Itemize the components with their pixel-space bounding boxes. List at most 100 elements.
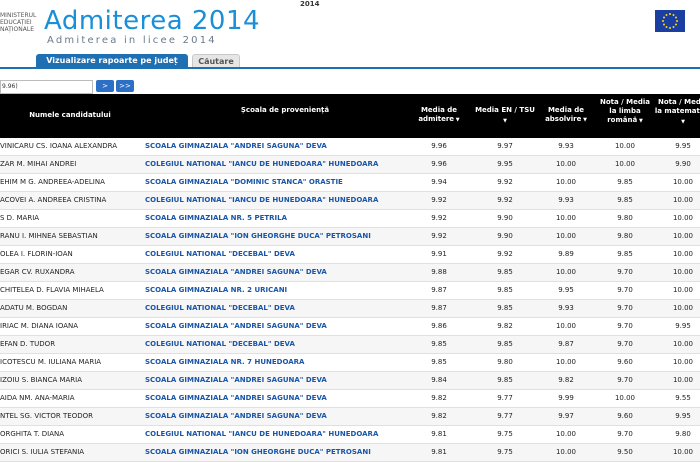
- school-link[interactable]: SCOALA GIMNAZIALA NR. 5 PETRILA: [145, 210, 405, 227]
- column-header-school[interactable]: Școala de proveniență: [225, 106, 345, 115]
- ministry-line: EDUCAȚIEI: [0, 19, 32, 26]
- school-link[interactable]: SCOALA GIMNAZIALA "ION GHEORGHE DUCA" PE…: [145, 228, 405, 245]
- school-link[interactable]: SCOALA GIMNAZIALA "ANDREI SAGUNA" DEVA: [145, 408, 405, 425]
- graduation-avg: 10.00: [555, 214, 577, 222]
- romanian-grade: 9.85: [617, 196, 633, 204]
- table-row: CHITELEA D. FLAVIA MIHAELA SCOALA GIMNAZI…: [0, 282, 700, 300]
- column-header-math[interactable]: Nota / Media la matematică: [654, 98, 700, 127]
- math-grade: 10.00: [672, 358, 694, 366]
- school-link[interactable]: SCOALA GIMNAZIALA "DOMINIC STANCA" ORAST…: [145, 174, 405, 191]
- candidate-name: NTEL SG. VICTOR TEODOR: [0, 412, 93, 420]
- candidate-name: CHITELEA D. FLAVIA MIHAELA: [0, 286, 104, 294]
- candidate-name: ZAR M. MIHAI ANDREI: [0, 160, 77, 168]
- candidate-name: RANU I. MIHNEA SEBASTIAN: [0, 232, 98, 240]
- romanian-grade: 9.70: [617, 286, 633, 294]
- math-grade: 10.00: [672, 304, 694, 312]
- candidate-name: ADATU M. BOGDAN: [0, 304, 68, 312]
- candidate-name: ORICI S. IULIA STEFANIA: [0, 448, 85, 456]
- school-link[interactable]: COLEGIUL NATIONAL "DECEBAL" DEVA: [145, 246, 405, 263]
- top-year: 2014: [300, 0, 320, 8]
- table-row: RANU I. MIHNEA SEBASTIAN SCOALA GIMNAZIAL…: [0, 228, 700, 246]
- graduation-avg: 9.99: [558, 394, 574, 402]
- math-grade: 9.95: [675, 322, 691, 330]
- table-row: AIDA NM. ANA-MARIA SCOALA GIMNAZIALA "AND…: [0, 390, 700, 408]
- graduation-avg: 9.82: [558, 376, 574, 384]
- en-avg: 9.80: [497, 358, 513, 366]
- graduation-avg: 9.87: [558, 340, 574, 348]
- romanian-grade: 9.70: [617, 304, 633, 312]
- school-link[interactable]: SCOALA GIMNAZIALA "ANDREI SAGUNA" DEVA: [145, 264, 405, 281]
- candidate-name: ICOTESCU M. IULIANA MARIA: [0, 358, 102, 366]
- en-avg: 9.75: [497, 448, 513, 456]
- table-row: ZAR M. MIHAI ANDREI COLEGIUL NATIONAL "IA…: [0, 156, 700, 174]
- math-grade: 10.00: [672, 268, 694, 276]
- tab-divider: [0, 67, 700, 69]
- column-header-romanian[interactable]: Nota / Media la limba română: [596, 98, 654, 126]
- table-row: NTEL SG. VICTOR TEODOR SCOALA GIMNAZIALA …: [0, 408, 700, 426]
- admission-avg: 9.85: [431, 340, 447, 348]
- en-avg: 9.95: [497, 160, 513, 168]
- math-grade: 10.00: [672, 196, 694, 204]
- school-link[interactable]: COLEGIUL NATIONAL "IANCU DE HUNEDOARA" H…: [145, 192, 405, 209]
- column-header-graduation-avg[interactable]: Media de absolvire: [536, 106, 596, 125]
- romanian-grade: 9.50: [617, 448, 633, 456]
- ministry-line: NAȚIONALE: [0, 26, 35, 33]
- admission-avg: 9.88: [431, 268, 447, 276]
- school-link[interactable]: COLEGIUL NATIONAL "IANCU DE HUNEDOARA" H…: [145, 426, 405, 443]
- en-avg: 9.77: [497, 412, 513, 420]
- table-row: EFAN D. TUDOR COLEGIUL NATIONAL "DECEBAL"…: [0, 336, 700, 354]
- column-header-en-avg[interactable]: Media EN / TSU: [474, 106, 536, 126]
- graduation-avg: 10.00: [555, 160, 577, 168]
- math-grade: 10.00: [672, 232, 694, 240]
- table-row: IRIAC M. DIANA IOANA SCOALA GIMNAZIALA "A…: [0, 318, 700, 336]
- graduation-avg: 9.93: [558, 142, 574, 150]
- en-avg: 9.85: [497, 376, 513, 384]
- candidate-name: EFAN D. TUDOR: [0, 340, 56, 348]
- table-row: VINICARU CS. IOANA ALEXANDRA SCOALA GIMNA…: [0, 138, 700, 156]
- tab-county-reports[interactable]: Vizualizare rapoarte pe județ: [36, 54, 188, 68]
- graduation-avg: 10.00: [555, 178, 577, 186]
- admission-avg: 9.85: [431, 358, 447, 366]
- school-link[interactable]: COLEGIUL NATIONAL "DECEBAL" DEVA: [145, 300, 405, 317]
- candidate-name: ACOVEI A. ANDREEA CRISTINA: [0, 196, 107, 204]
- school-link[interactable]: COLEGIUL NATIONAL "IANCU DE HUNEDOARA" H…: [145, 156, 405, 173]
- romanian-grade: 9.70: [617, 430, 633, 438]
- en-avg: 9.85: [497, 268, 513, 276]
- romanian-grade: 10.00: [614, 394, 636, 402]
- admission-avg: 9.92: [431, 196, 447, 204]
- school-link[interactable]: SCOALA GIMNAZIALA "ANDREI SAGUNA" DEVA: [145, 138, 405, 155]
- en-avg: 9.85: [497, 286, 513, 294]
- graduation-avg: 10.00: [555, 358, 577, 366]
- math-grade: 9.55: [675, 394, 691, 402]
- math-grade: 9.95: [675, 412, 691, 420]
- school-link[interactable]: SCOALA GIMNAZIALA "ION GHEORGHE DUCA" PE…: [145, 444, 405, 461]
- school-link[interactable]: SCOALA GIMNAZIALA NR. 7 HUNEDOARA: [145, 354, 405, 371]
- ministry-line: MINISTERUL: [0, 12, 37, 19]
- column-header-admission-avg[interactable]: Media de admitere: [404, 106, 474, 125]
- ministry-label: MINISTERUL EDUCAȚIEI NAȚIONALE: [0, 12, 36, 33]
- graduation-avg: 10.00: [555, 268, 577, 276]
- school-link[interactable]: SCOALA GIMNAZIALA NR. 2 URICANI: [145, 282, 405, 299]
- school-link[interactable]: SCOALA GIMNAZIALA "ANDREI SAGUNA" DEVA: [145, 372, 405, 389]
- graduation-avg: 9.89: [558, 250, 574, 258]
- romanian-grade: 10.00: [614, 142, 636, 150]
- admission-avg: 9.94: [431, 178, 447, 186]
- table-row: ORICI S. IULIA STEFANIA SCOALA GIMNAZIALA…: [0, 444, 700, 462]
- school-link[interactable]: SCOALA GIMNAZIALA "ANDREI SAGUNA" DEVA: [145, 390, 405, 407]
- candidate-name: ORGHITA T. DIANA: [0, 430, 65, 438]
- table-row: EHIM M G. ANDREEA-ADELINA SCOALA GIMNAZIA…: [0, 174, 700, 192]
- romanian-grade: 9.70: [617, 268, 633, 276]
- admission-avg: 9.82: [431, 412, 447, 420]
- next-page-button[interactable]: >: [96, 80, 114, 92]
- school-link[interactable]: SCOALA GIMNAZIALA "ANDREI SAGUNA" DEVA: [145, 318, 405, 335]
- admission-avg: 9.96: [431, 142, 447, 150]
- school-link[interactable]: COLEGIUL NATIONAL "DECEBAL" DEVA: [145, 336, 405, 353]
- math-grade: 10.00: [672, 286, 694, 294]
- en-avg: 9.85: [497, 340, 513, 348]
- romanian-grade: 9.70: [617, 340, 633, 348]
- last-page-button[interactable]: >>: [116, 80, 134, 92]
- admission-avg: 9.87: [431, 304, 447, 312]
- table-row: ADATU M. BOGDAN COLEGIUL NATIONAL "DECEBA…: [0, 300, 700, 318]
- page-select[interactable]: 9.96): [0, 80, 93, 94]
- column-header-name[interactable]: Numele candidatului: [0, 111, 140, 120]
